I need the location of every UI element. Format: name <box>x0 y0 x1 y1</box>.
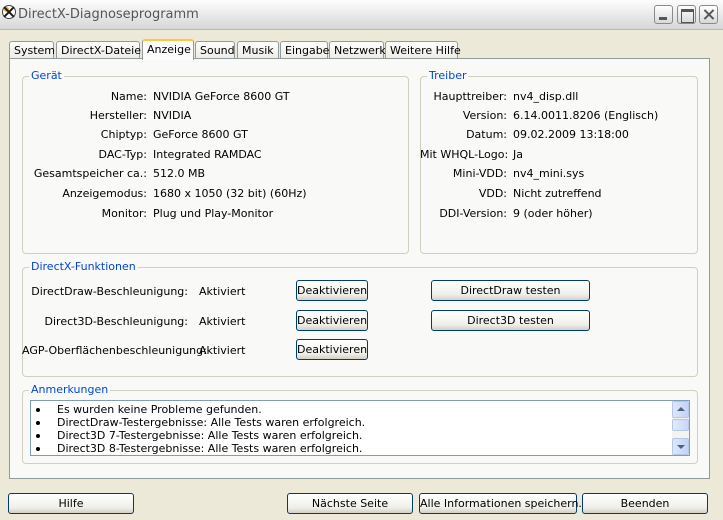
device-chip-label: Chiptyp: <box>100 128 147 141</box>
agp-disable-button[interactable]: Deaktivieren <box>296 339 368 360</box>
close-button[interactable] <box>699 5 718 24</box>
scroll-thumb[interactable] <box>672 419 689 431</box>
driver-mini-vdd-value: nv4_mini.sys <box>513 167 585 180</box>
maximize-button[interactable] <box>677 5 696 24</box>
tab-netzwerk[interactable]: Netzwerk <box>329 41 386 59</box>
help-button[interactable]: Hilfe <box>8 493 134 514</box>
notes-list[interactable]: Es wurden keine Probleme gefunden. Direc… <box>30 400 690 456</box>
list-item: Direct3D 8-Testergebnisse: Alle Tests wa… <box>31 442 671 455</box>
list-item: Direct3D 7-Testergebnisse: Alle Tests wa… <box>31 429 671 442</box>
device-display-mode-label: Anzeigemodus: <box>62 187 147 200</box>
device-name-value: NVIDIA GeForce 8600 GT <box>153 90 290 103</box>
driver-main-label: Haupttreiber: <box>433 90 507 103</box>
driver-date-label: Datum: <box>466 128 507 141</box>
notes-scrollbar[interactable] <box>672 401 689 455</box>
direct3d-disable-button[interactable]: Deaktivieren <box>296 310 368 331</box>
driver-version-value: 6.14.0011.8206 (Englisch) <box>513 109 659 122</box>
driver-ddi-version-value: 9 (oder höher) <box>513 207 593 220</box>
device-dac-value: Integrated RAMDAC <box>153 148 262 161</box>
device-name-label: Name: <box>110 90 147 103</box>
driver-date-value: 09.02.2009 13:18:00 <box>513 128 629 141</box>
driver-whql-value: Ja <box>513 148 523 161</box>
driver-ddi-version-label: DDI-Version: <box>439 207 507 220</box>
agp-accel-status: Aktiviert <box>199 344 246 357</box>
driver-main-value: nv4_disp.dll <box>513 90 579 103</box>
direct3d-accel-status: Aktiviert <box>199 315 246 328</box>
driver-group-title: Treiber <box>427 69 469 82</box>
window-title: DirectX-Diagnoseprogramm <box>18 7 199 22</box>
driver-version-label: Version: <box>462 109 507 122</box>
directx-features-title: DirectX-Funktionen <box>29 260 138 273</box>
scroll-down-arrow-icon[interactable] <box>672 438 689 455</box>
driver-vdd-label: VDD: <box>478 187 507 200</box>
directdraw-accel-status: Aktiviert <box>199 285 246 298</box>
device-display-mode-value: 1680 x 1050 (32 bit) (60Hz) <box>153 187 307 200</box>
directdraw-accel-label: DirectDraw-Beschleunigung: <box>31 285 188 298</box>
save-all-info-button[interactable]: Alle Informationen speichern... <box>419 493 589 514</box>
device-monitor-label: Monitor: <box>101 207 147 220</box>
direct3d-test-button[interactable]: Direct3D testen <box>431 310 590 331</box>
title-bar[interactable]: DirectX-Diagnoseprogramm <box>0 0 723 30</box>
device-group-title: Gerät <box>29 69 64 82</box>
device-memory-label: Gesamtspeicher ca.: <box>33 167 147 180</box>
device-manufacturer-value: NVIDIA <box>153 109 192 122</box>
device-monitor-value: Plug und Play-Monitor <box>153 207 274 220</box>
tab-directx-dateien[interactable]: DirectX-Dateien <box>56 41 148 59</box>
agp-accel-label: AGP-Oberflächenbeschleunigung: <box>22 344 207 357</box>
list-item: Es wurden keine Probleme gefunden. <box>31 403 671 416</box>
tab-anzeige[interactable]: Anzeige <box>142 39 194 60</box>
tab-musik[interactable]: Musik <box>237 41 279 59</box>
tab-sound[interactable]: Sound <box>195 41 235 59</box>
tab-system[interactable]: System <box>9 41 55 59</box>
driver-whql-label: Mit WHQL-Logo: <box>420 148 509 161</box>
device-chip-value: GeForce 8600 GT <box>153 128 248 141</box>
direct3d-accel-label: Direct3D-Beschleunigung: <box>44 315 188 328</box>
device-manufacturer-label: Hersteller: <box>89 109 147 122</box>
scroll-up-arrow-icon[interactable] <box>672 401 689 418</box>
tab-weitere-hilfe[interactable]: Weitere Hilfe <box>385 41 461 59</box>
list-item: DirectDraw-Testergebnisse: Alle Tests wa… <box>31 416 671 429</box>
exit-button[interactable]: Beenden <box>582 493 708 514</box>
directdraw-disable-button[interactable]: Deaktivieren <box>296 280 368 301</box>
driver-vdd-value: Nicht zutreffend <box>513 187 602 200</box>
tab-eingabe[interactable]: Eingabe <box>280 41 329 59</box>
driver-mini-vdd-label: Mini-VDD: <box>452 167 507 180</box>
directx-app-icon <box>2 5 16 19</box>
next-page-button[interactable]: Nächste Seite <box>287 493 413 514</box>
device-memory-value: 512.0 MB <box>153 167 206 180</box>
minimize-button[interactable] <box>654 5 673 24</box>
directdraw-test-button[interactable]: DirectDraw testen <box>431 280 590 301</box>
notes-group-title: Anmerkungen <box>29 383 111 396</box>
device-dac-label: DAC-Typ: <box>98 148 147 161</box>
